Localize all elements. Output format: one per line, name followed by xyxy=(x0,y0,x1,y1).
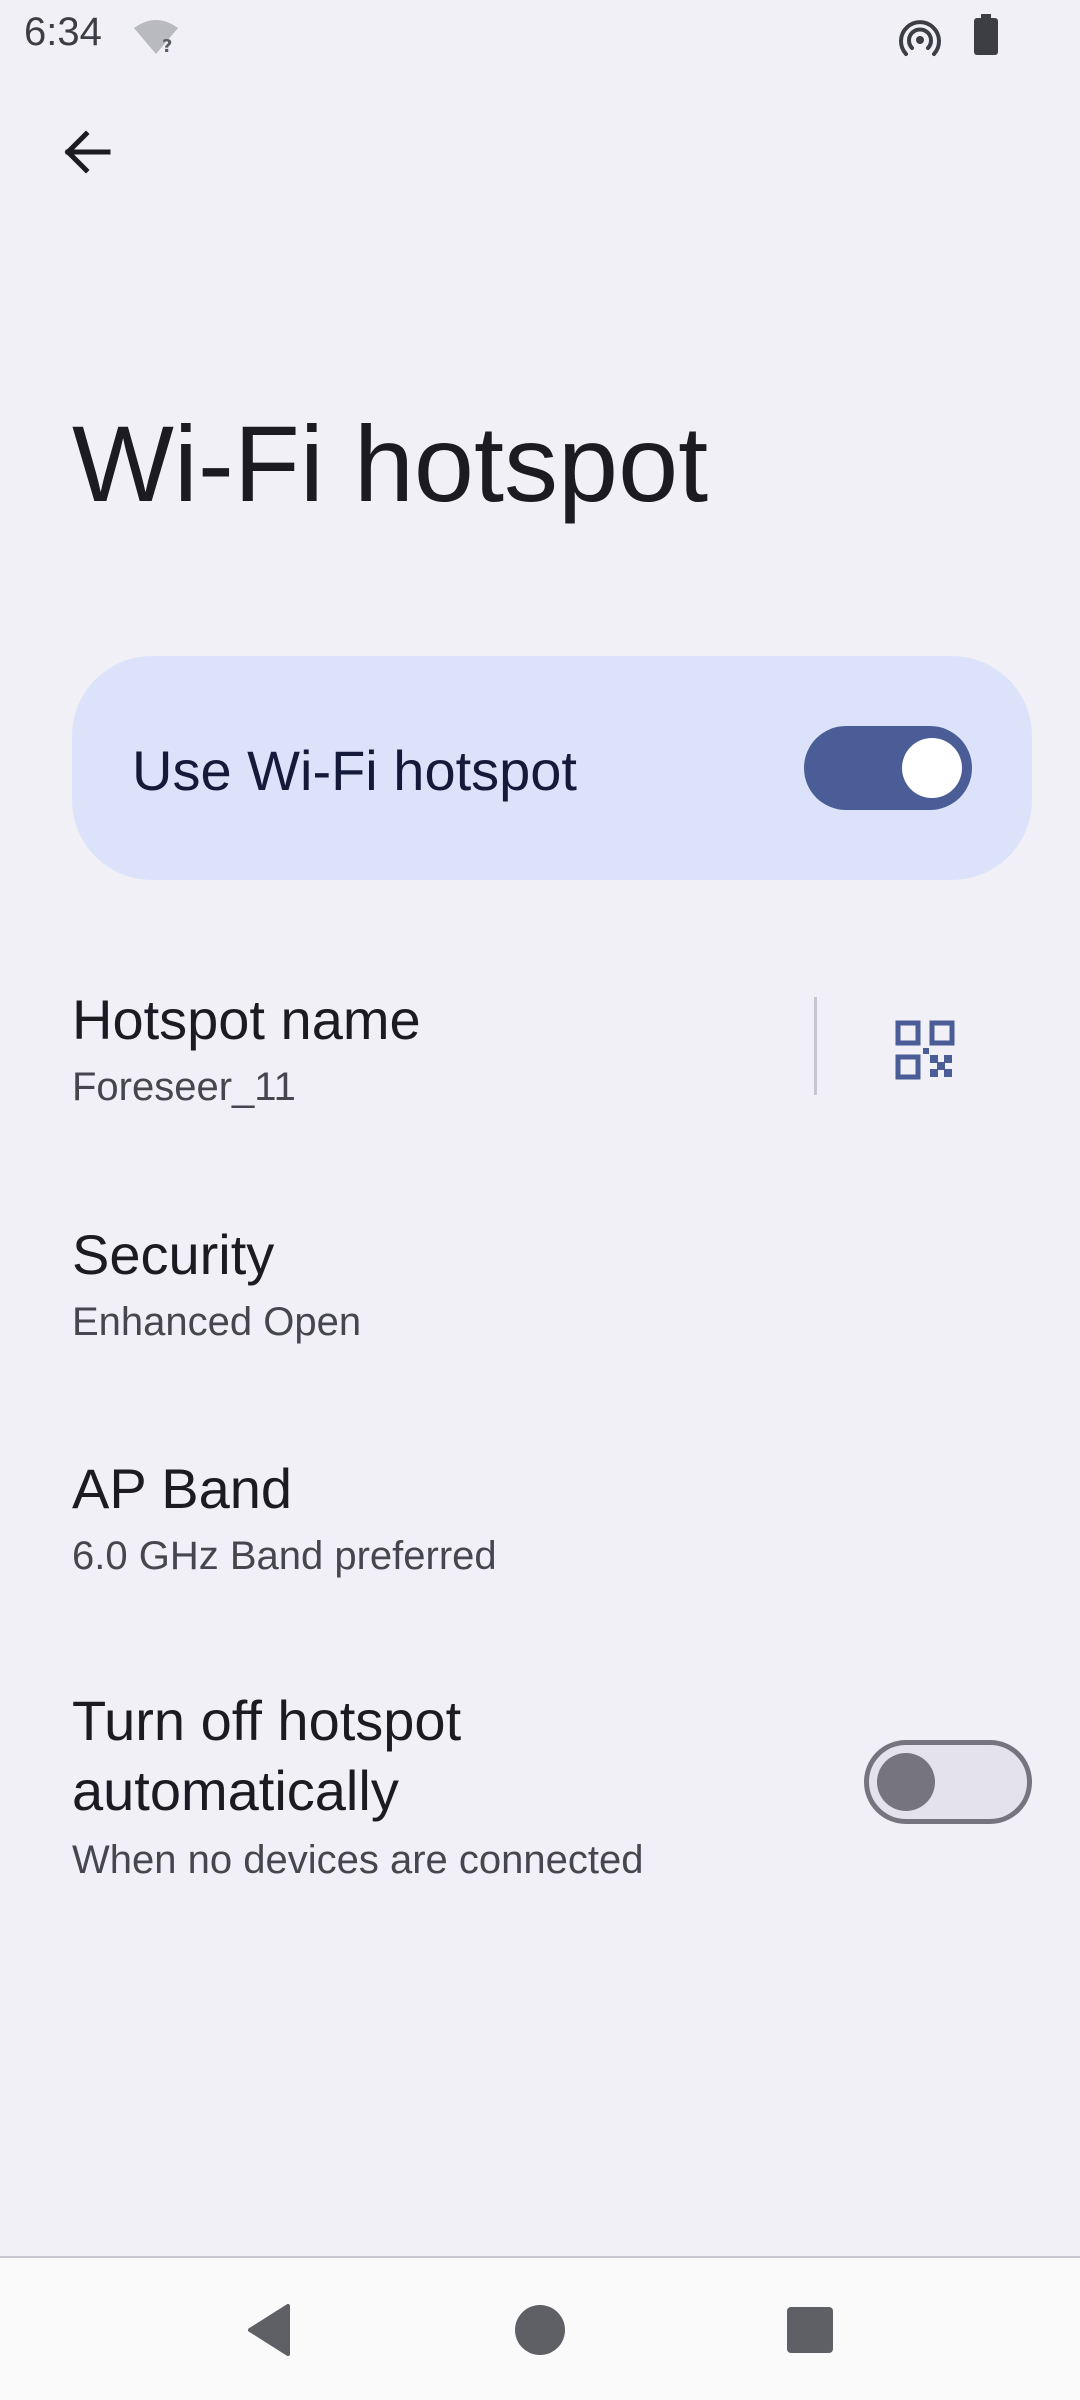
setting-ap-band[interactable]: AP Band 6.0 GHz Band preferred xyxy=(0,1446,1080,1586)
setting-security[interactable]: Security Enhanced Open xyxy=(0,1212,1080,1352)
nav-home-icon xyxy=(515,2305,565,2355)
back-button[interactable] xyxy=(44,110,128,194)
auto-off-summary: When no devices are connected xyxy=(72,1838,644,1882)
nav-back-button[interactable] xyxy=(228,2288,312,2372)
setting-turn-off-automatically[interactable]: Turn off hotspot automatically When no d… xyxy=(0,1686,1080,1896)
ap-band-title: AP Band xyxy=(72,1457,293,1520)
use-wifi-hotspot-label: Use Wi-Fi hotspot xyxy=(132,739,577,802)
navigation-bar xyxy=(0,2256,1080,2400)
hotspot-name-title: Hotspot name xyxy=(72,988,421,1051)
status-bar: 6:34 ? xyxy=(0,0,1080,72)
arrow-back-icon xyxy=(64,130,111,174)
use-wifi-hotspot-toggle-card[interactable]: Use Wi-Fi hotspot xyxy=(72,656,1032,880)
page-title: Wi-Fi hotspot xyxy=(72,403,709,524)
qr-code-icon xyxy=(895,1020,955,1080)
nav-home-button[interactable] xyxy=(498,2288,582,2372)
nav-recents-button[interactable] xyxy=(768,2288,852,2372)
security-value: Enhanced Open xyxy=(72,1300,362,1344)
setting-hotspot-name[interactable]: Hotspot name Foreseer_11 xyxy=(0,975,1080,1135)
share-qr-code-button[interactable] xyxy=(870,995,980,1105)
auto-off-switch[interactable] xyxy=(864,1740,1032,1824)
hotspot-icon xyxy=(899,20,941,56)
nav-back-icon xyxy=(248,2304,290,2356)
divider xyxy=(814,997,817,1095)
use-wifi-hotspot-switch[interactable] xyxy=(804,726,972,810)
switch-thumb xyxy=(877,1753,935,1811)
svg-text:?: ? xyxy=(162,36,172,56)
wifi-no-internet-icon: ? xyxy=(134,20,178,56)
nav-recents-icon xyxy=(787,2307,833,2353)
status-time: 6:34 xyxy=(24,10,102,54)
security-title: Security xyxy=(72,1223,275,1286)
switch-thumb xyxy=(902,738,962,798)
hotspot-name-value: Foreseer_11 xyxy=(72,1065,296,1109)
battery-icon xyxy=(974,14,998,55)
ap-band-value: 6.0 GHz Band preferred xyxy=(72,1534,497,1578)
auto-off-title: Turn off hotspot automatically xyxy=(72,1689,462,1822)
